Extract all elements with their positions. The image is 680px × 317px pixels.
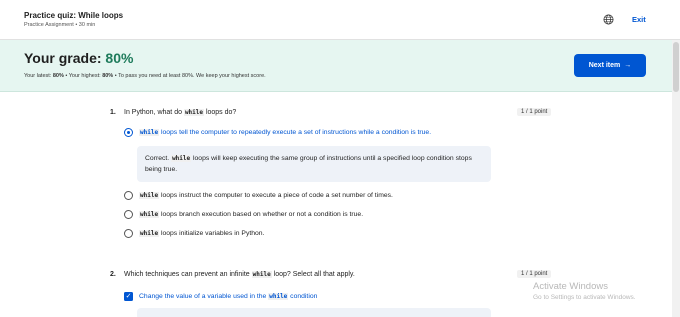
question-text-pre: Which techniques can prevent an infinite [124,271,252,278]
grade-stats: Your latest: 80% • Your highest: 80% • T… [24,73,266,79]
question-text-pre: In Python, what do [124,109,184,116]
option-3[interactable]: while loops branch execution based on wh… [124,210,363,219]
question-text: Which techniques can prevent an infinite… [124,271,355,278]
option-label: while loops initialize variables in Pyth… [139,230,264,237]
radio-unselected[interactable] [124,229,133,238]
quiz-title: Practice quiz: While loops [24,11,124,20]
highest-value: 80% [102,73,114,79]
latest-value: 80% [52,73,64,79]
question-number: 1. [110,109,116,116]
option-text: loops initialize variables in Python. [159,230,265,237]
checkbox-option-1[interactable]: ✓ Change the value of a variable used in… [124,292,317,301]
scrollbar-thumb[interactable] [673,42,679,92]
option-2[interactable]: while loops instruct the computer to exe… [124,191,393,200]
feedback-box [137,308,491,317]
globe-icon[interactable] [603,14,614,25]
option-1[interactable]: while loops tell the computer to repeate… [124,128,431,137]
next-item-label: Next item [588,62,621,69]
latest-label: Your latest: [24,73,53,79]
question-code: while [183,109,204,116]
radio-unselected[interactable] [124,210,133,219]
question-text: In Python, what do while loops do? [124,109,236,116]
watermark-line1: Activate Windows [533,281,608,292]
question-text-post: loops do? [204,109,237,116]
windows-watermark: Activate Windows Go to Settings to activ… [533,281,636,301]
option-text: loops branch execution based on whether … [159,211,364,218]
option-text: loops tell the computer to repeatedly ex… [159,129,432,136]
option-code: while [139,230,160,237]
points-badge: 1 / 1 point [517,108,552,116]
option-code: while [139,192,160,199]
grade-label: Your grade: 80% [24,50,133,66]
option-code: while [139,211,160,218]
grade-banner: Your grade: 80% Your latest: 80% • Your … [0,40,672,92]
points-badge: 1 / 1 point [517,270,552,278]
option-label: Change the value of a variable used in t… [139,293,317,300]
radio-selected[interactable] [124,128,133,137]
highest-label: • Your highest: [63,73,103,79]
option-code: while [139,129,160,136]
quiz-header: Practice quiz: While loops Practice Assi… [0,0,680,40]
scrollbar[interactable] [672,40,680,317]
option-label: while loops instruct the computer to exe… [139,192,393,199]
radio-unselected[interactable] [124,191,133,200]
question-text-post: loop? Select all that apply. [271,271,355,278]
option-code: while [268,293,289,300]
option-text-post: condition [288,293,318,300]
feedback-code: while [171,155,192,162]
watermark-line2: Go to Settings to activate Windows. [533,294,636,301]
arrow-right-icon: → [624,62,632,69]
grade-percent: 80% [105,50,134,66]
option-4[interactable]: while loops initialize variables in Pyth… [124,229,264,238]
quiz-subtitle: Practice Assignment • 30 min [24,22,96,28]
pass-note: • To pass you need at least 80%. We keep… [113,73,266,79]
exit-button[interactable]: Exit [632,15,646,24]
feedback-box: Correct. while loops will keep executing… [137,146,491,182]
option-text-pre: Change the value of a variable used in t… [139,293,269,300]
feedback-pre: Correct. [145,155,172,162]
option-label: while loops tell the computer to repeate… [139,129,431,136]
checkbox-checked-icon[interactable]: ✓ [124,292,133,301]
option-label: while loops branch execution based on wh… [139,211,363,218]
question-code: while [251,271,272,278]
question-number: 2. [110,271,116,278]
option-text: loops instruct the computer to execute a… [159,192,393,199]
feedback-post: loops will keep executing the same group… [145,155,472,173]
grade-label-text: Your grade: [24,50,106,66]
next-item-button[interactable]: Next item → [574,54,646,77]
